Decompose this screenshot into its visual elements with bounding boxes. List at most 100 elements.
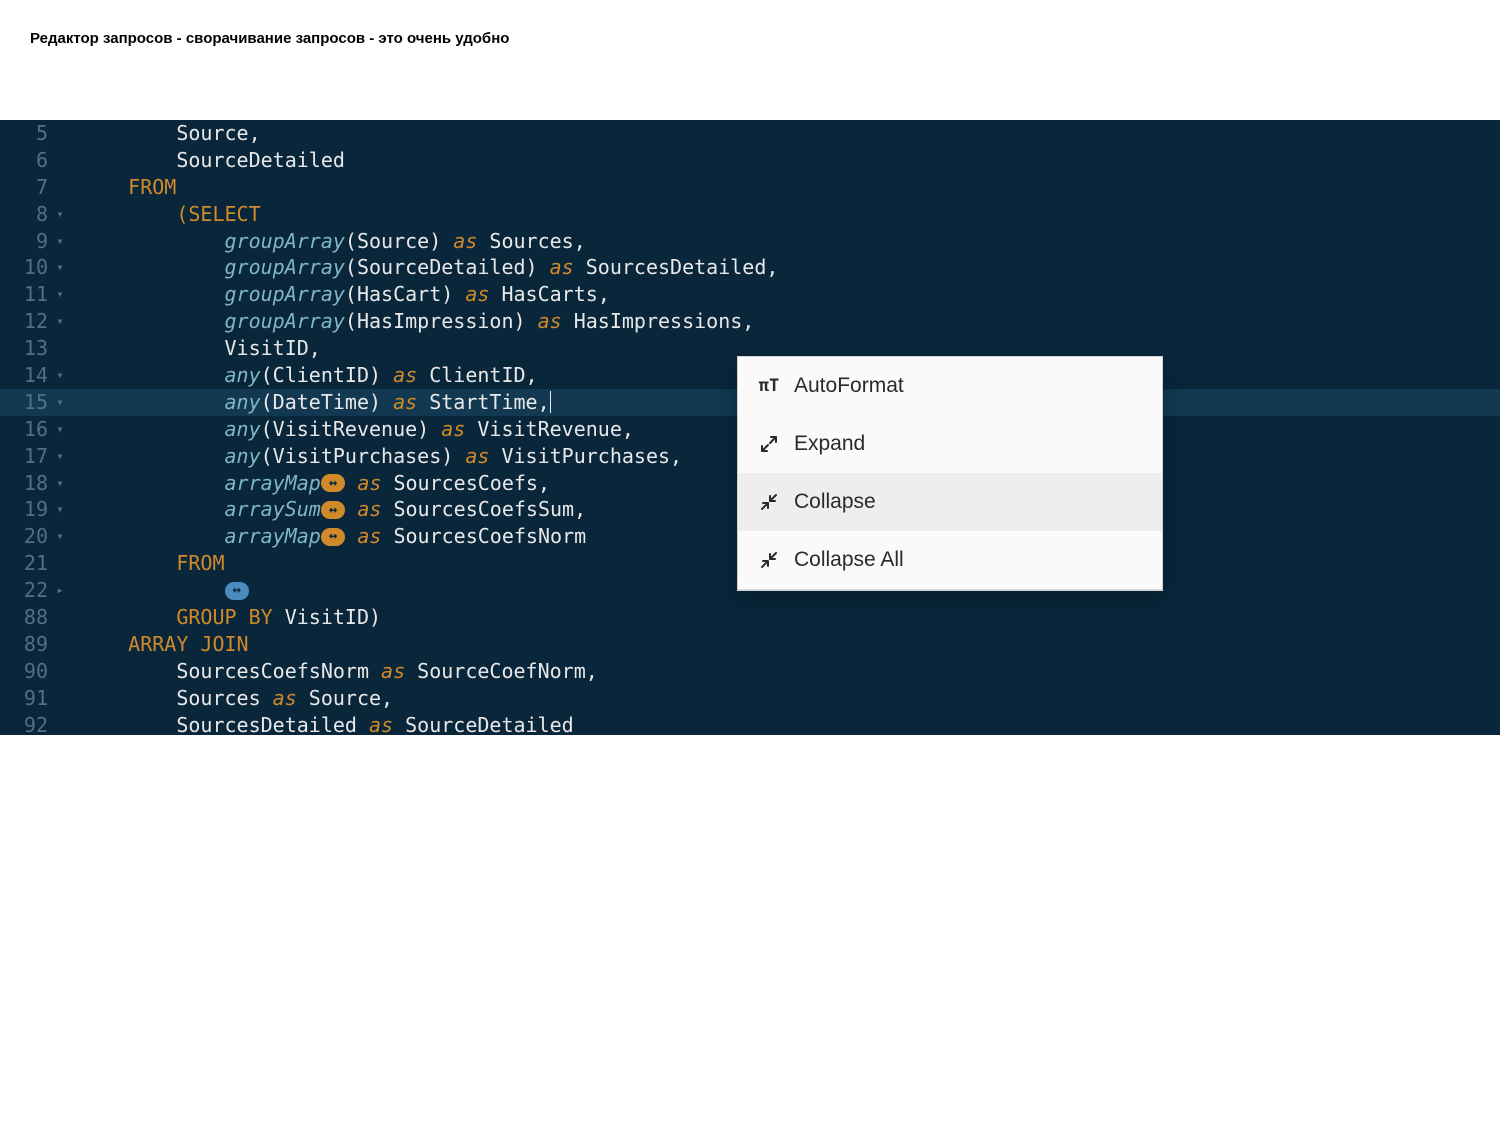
code-line[interactable]: 6 SourceDetailed xyxy=(0,147,1500,174)
token-punc: ) xyxy=(369,605,381,629)
gutter-line-number[interactable]: 19 xyxy=(0,496,54,523)
token-as: as xyxy=(453,229,477,253)
token-punc: , xyxy=(381,686,393,710)
code-content[interactable]: SourceDetailed xyxy=(54,147,1500,174)
folded-code-pill[interactable]: ↔ xyxy=(321,528,345,546)
gutter-line-number[interactable]: 11 xyxy=(0,281,54,308)
code-content[interactable]: SourcesCoefsNorm as SourceCoefNorm, xyxy=(54,658,1500,685)
code-content[interactable]: SourcesDetailed as SourceDetailed xyxy=(54,712,1500,735)
fold-marker-collapsed-icon[interactable] xyxy=(54,577,66,604)
token-fn: any xyxy=(225,417,261,441)
token-as: as xyxy=(273,686,297,710)
gutter-line-number[interactable]: 10 xyxy=(0,254,54,281)
gutter-line-number[interactable]: 12 xyxy=(0,308,54,335)
code-line[interactable]: 89 ARRAY JOIN xyxy=(0,631,1500,658)
menu-item-autoformat[interactable]: πTAutoFormat xyxy=(738,357,1162,415)
gutter-line-number[interactable]: 15 xyxy=(0,389,54,416)
folded-code-pill[interactable]: ↔ xyxy=(321,501,345,519)
gutter-line-number[interactable]: 9 xyxy=(0,228,54,255)
code-content[interactable]: Sources as Source, xyxy=(54,685,1500,712)
gutter-line-number[interactable]: 89 xyxy=(0,631,54,658)
code-line[interactable]: 88 GROUP BY VisitID) xyxy=(0,604,1500,631)
code-line[interactable]: 12 groupArray(HasImpression) as HasImpre… xyxy=(0,308,1500,335)
code-line[interactable]: 7 FROM xyxy=(0,174,1500,201)
code-line[interactable]: 10 groupArray(SourceDetailed) as Sources… xyxy=(0,254,1500,281)
token-id: SourcesCoefsNorm xyxy=(80,659,381,683)
gutter-line-number[interactable]: 14 xyxy=(0,362,54,389)
token-as: as xyxy=(465,444,489,468)
fold-marker-expanded-icon[interactable] xyxy=(54,281,66,308)
gutter-line-number[interactable]: 88 xyxy=(0,604,54,631)
gutter-line-number[interactable]: 92 xyxy=(0,712,54,735)
token-fn: any xyxy=(225,390,261,414)
fold-marker-expanded-icon[interactable] xyxy=(54,523,66,550)
code-line[interactable]: 9 groupArray(Source) as Sources, xyxy=(0,228,1500,255)
gutter-line-number[interactable]: 91 xyxy=(0,685,54,712)
fold-marker-expanded-icon[interactable] xyxy=(54,496,66,523)
code-content[interactable]: groupArray(HasImpression) as HasImpressi… xyxy=(54,308,1500,335)
fold-marker-expanded-icon[interactable] xyxy=(54,228,66,255)
gutter-line-number[interactable]: 7 xyxy=(0,174,54,201)
token-id: Sources xyxy=(477,229,573,253)
gutter-line-number[interactable]: 8 xyxy=(0,201,54,228)
token-id: SourcesCoefs xyxy=(381,471,538,495)
token-id xyxy=(80,255,225,279)
code-content[interactable]: groupArray(Source) as Sources, xyxy=(54,228,1500,255)
gutter-line-number[interactable]: 22 xyxy=(0,577,54,604)
page-title: Редактор запросов - сворачивание запросо… xyxy=(30,30,509,47)
token-id: StartTime xyxy=(417,390,537,414)
fold-marker-expanded-icon[interactable] xyxy=(54,201,66,228)
token-id: SourceCoefNorm xyxy=(405,659,586,683)
code-line[interactable]: 91 Sources as Source, xyxy=(0,685,1500,712)
menu-item-collapse[interactable]: Collapse xyxy=(738,473,1162,531)
code-line[interactable]: 8 (SELECT xyxy=(0,201,1500,228)
gutter-line-number[interactable]: 13 xyxy=(0,335,54,362)
folded-code-pill[interactable]: ↔ xyxy=(321,474,345,492)
menu-item-label: AutoFormat xyxy=(794,374,904,398)
code-content[interactable]: ARRAY JOIN xyxy=(54,631,1500,658)
token-punc: , xyxy=(586,659,598,683)
gutter-line-number[interactable]: 6 xyxy=(0,147,54,174)
gutter-line-number[interactable]: 17 xyxy=(0,443,54,470)
token-as: as xyxy=(381,659,405,683)
fold-marker-expanded-icon[interactable] xyxy=(54,470,66,497)
token-id: SourceDetailed xyxy=(393,713,574,735)
code-content[interactable]: Source, xyxy=(54,120,1500,147)
code-line[interactable]: 92 SourcesDetailed as SourceDetailed xyxy=(0,712,1500,735)
token-id: VisitRevenue xyxy=(465,417,622,441)
code-content[interactable]: (SELECT xyxy=(54,201,1500,228)
code-content[interactable]: groupArray(SourceDetailed) as SourcesDet… xyxy=(54,254,1500,281)
gutter-line-number[interactable]: 16 xyxy=(0,416,54,443)
token-id xyxy=(80,524,225,548)
menu-item-expand[interactable]: Expand xyxy=(738,415,1162,473)
gutter-line-number[interactable]: 21 xyxy=(0,550,54,577)
fold-marker-expanded-icon[interactable] xyxy=(54,254,66,281)
code-content[interactable]: GROUP BY VisitID) xyxy=(54,604,1500,631)
code-content[interactable]: FROM xyxy=(54,174,1500,201)
code-line[interactable]: 90 SourcesCoefsNorm as SourceCoefNorm, xyxy=(0,658,1500,685)
token-kw: GROUP BY xyxy=(176,605,272,629)
token-id xyxy=(80,229,225,253)
token-punc: , xyxy=(538,390,550,414)
token-id: VisitID xyxy=(273,605,369,629)
fold-marker-expanded-icon[interactable] xyxy=(54,443,66,470)
fold-marker-expanded-icon[interactable] xyxy=(54,389,66,416)
token-id: ClientID xyxy=(417,363,525,387)
gutter-line-number[interactable]: 18 xyxy=(0,470,54,497)
menu-item-collapse-all[interactable]: Collapse All xyxy=(738,531,1162,589)
code-line[interactable]: 11 groupArray(HasCart) as HasCarts, xyxy=(0,281,1500,308)
fold-marker-expanded-icon[interactable] xyxy=(54,362,66,389)
token-kw: SELECT xyxy=(188,202,260,226)
fold-marker-expanded-icon[interactable] xyxy=(54,308,66,335)
gutter-line-number[interactable]: 20 xyxy=(0,523,54,550)
folded-code-pill[interactable]: ↔ xyxy=(225,582,249,600)
token-id: Sources xyxy=(80,686,273,710)
fold-marker-expanded-icon[interactable] xyxy=(54,416,66,443)
token-punc: (HasCart) xyxy=(345,282,465,306)
gutter-line-number[interactable]: 5 xyxy=(0,120,54,147)
code-content[interactable]: groupArray(HasCart) as HasCarts, xyxy=(54,281,1500,308)
token-id: VisitPurchases xyxy=(489,444,670,468)
gutter-line-number[interactable]: 90 xyxy=(0,658,54,685)
code-line[interactable]: 5 Source, xyxy=(0,120,1500,147)
token-punc: , xyxy=(309,336,321,360)
